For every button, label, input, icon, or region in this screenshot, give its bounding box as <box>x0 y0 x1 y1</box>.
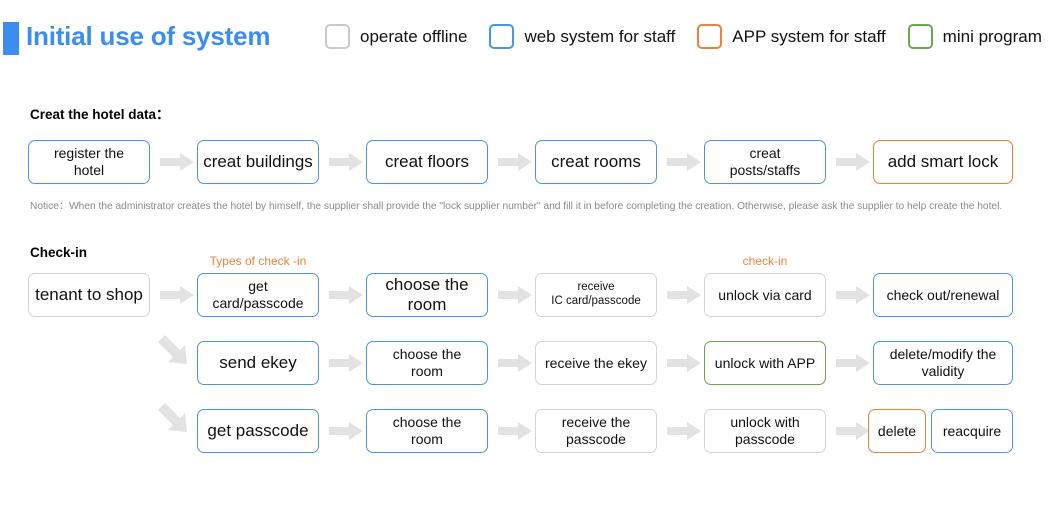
node-add-smart-lock[interactable]: add smart lock <box>873 140 1013 184</box>
node-get-passcode[interactable]: get passcode <box>197 409 319 453</box>
checkbox-icon[interactable] <box>489 24 515 49</box>
checkbox-icon[interactable] <box>907 24 933 49</box>
legend-label: APP system for staff <box>732 26 886 46</box>
legend-label: mini program <box>942 26 1042 46</box>
title-accent-bar <box>3 22 19 55</box>
node-choose-the-room-row3[interactable]: choose the room <box>366 409 488 453</box>
node-label: unlock with passcode <box>730 414 800 447</box>
node-reacquire[interactable]: reacquire <box>931 409 1013 453</box>
arrow-right-icon <box>667 354 701 372</box>
node-label: get card/passcode <box>212 278 304 311</box>
node-check-out-renewal[interactable]: check out/renewal <box>873 273 1013 317</box>
node-unlock-with-passcode[interactable]: unlock with passcode <box>704 409 826 453</box>
node-delete-modify-the-validity[interactable]: delete/modify the validity <box>873 341 1013 385</box>
node-receive-the-passcode[interactable]: receive the passcode <box>535 409 657 453</box>
arrow-right-icon <box>498 422 532 440</box>
arrow-right-icon <box>836 422 870 440</box>
node-label: get passcode <box>207 420 309 440</box>
node-unlock-with-app[interactable]: unlock with APP <box>704 341 826 385</box>
arrow-right-icon <box>160 286 194 304</box>
arrow-right-icon <box>498 354 532 372</box>
arrow-right-icon <box>667 153 701 171</box>
arrow-right-icon <box>667 286 701 304</box>
node-label: choose the room <box>392 346 462 379</box>
node-label: tenant to shop <box>35 284 143 304</box>
legend-label: web system for staff <box>524 26 676 46</box>
node-unlock-via-card[interactable]: unlock via card <box>704 273 826 317</box>
arrow-right-icon <box>329 286 363 304</box>
node-receive-ic-card-passcode[interactable]: receive IC card/passcode <box>535 273 657 317</box>
node-label: check out/renewal <box>886 286 1000 303</box>
arrow-right-icon <box>836 354 870 372</box>
node-label: receive IC card/passcode <box>551 281 641 307</box>
arrow-right-icon <box>836 286 870 304</box>
node-tenant-to-shop[interactable]: tenant to shop <box>28 273 150 317</box>
node-label: delete/modify the validity <box>889 346 997 379</box>
node-choose-the-room-row1[interactable]: choose the room <box>366 273 488 317</box>
node-label: choose the room <box>392 414 462 447</box>
section-title-check-in: Check-in <box>30 245 88 260</box>
legend-label: operate offline <box>360 26 468 46</box>
sublabel-check-in: check-in <box>742 254 788 268</box>
node-send-ekey[interactable]: send ekey <box>197 341 319 385</box>
legend-item-operate-offline[interactable]: operate offline <box>325 24 467 49</box>
checkbox-icon[interactable] <box>697 24 723 49</box>
node-creat-rooms[interactable]: creat rooms <box>535 140 657 184</box>
node-register-the-hotel[interactable]: register the hotel <box>28 140 150 184</box>
arrow-right-icon <box>329 354 363 372</box>
node-label: choose the room <box>385 274 469 314</box>
node-label: receive the passcode <box>561 414 631 447</box>
legend-item-web-system[interactable]: web system for staff <box>489 24 675 49</box>
checkbox-icon[interactable] <box>325 24 350 49</box>
node-label: creat rooms <box>551 151 641 171</box>
node-label: reacquire <box>942 422 1002 439</box>
node-label: creat floors <box>384 151 470 171</box>
arrow-right-icon <box>329 422 363 440</box>
arrow-right-icon <box>160 153 194 171</box>
node-label: add smart lock <box>887 151 999 171</box>
arrow-right-icon <box>329 153 363 171</box>
arrow-right-icon <box>667 422 701 440</box>
notice-text: Notice：When the administrator creates th… <box>30 201 1003 212</box>
legend: operate offline web system for staff APP… <box>325 24 1042 49</box>
sublabel-types-of-check-in: Types of check -in <box>209 254 307 268</box>
section-title-create-hotel: Creat the hotel data： <box>30 107 170 122</box>
page-header: Initial use of system operate offline we… <box>0 0 1060 62</box>
node-creat-floors[interactable]: creat floors <box>366 140 488 184</box>
node-label: unlock with APP <box>714 354 816 371</box>
legend-item-app-system[interactable]: APP system for staff <box>697 24 886 49</box>
arrow-diagonal-icon <box>156 333 190 367</box>
node-creat-buildings[interactable]: creat buildings <box>197 140 319 184</box>
node-label: creat posts/staffs <box>729 145 801 178</box>
node-get-card-passcode[interactable]: get card/passcode <box>197 273 319 317</box>
node-label: receive the ekey <box>545 354 647 371</box>
node-creat-posts-staffs[interactable]: creat posts/staffs <box>704 140 826 184</box>
node-delete[interactable]: delete <box>868 409 926 453</box>
arrow-diagonal-icon <box>156 401 190 435</box>
page-title: Initial use of system <box>26 21 271 51</box>
arrow-right-icon <box>498 153 532 171</box>
node-label: send ekey <box>219 352 297 372</box>
node-label: unlock via card <box>718 286 812 303</box>
node-receive-the-ekey[interactable]: receive the ekey <box>535 341 657 385</box>
node-label: register the hotel <box>53 145 125 178</box>
arrow-right-icon <box>498 286 532 304</box>
node-choose-the-room-row2[interactable]: choose the room <box>366 341 488 385</box>
arrow-right-icon <box>836 153 870 171</box>
legend-item-mini-program[interactable]: mini program <box>907 24 1042 49</box>
node-label: delete <box>877 422 917 439</box>
node-label: creat buildings <box>203 151 313 171</box>
